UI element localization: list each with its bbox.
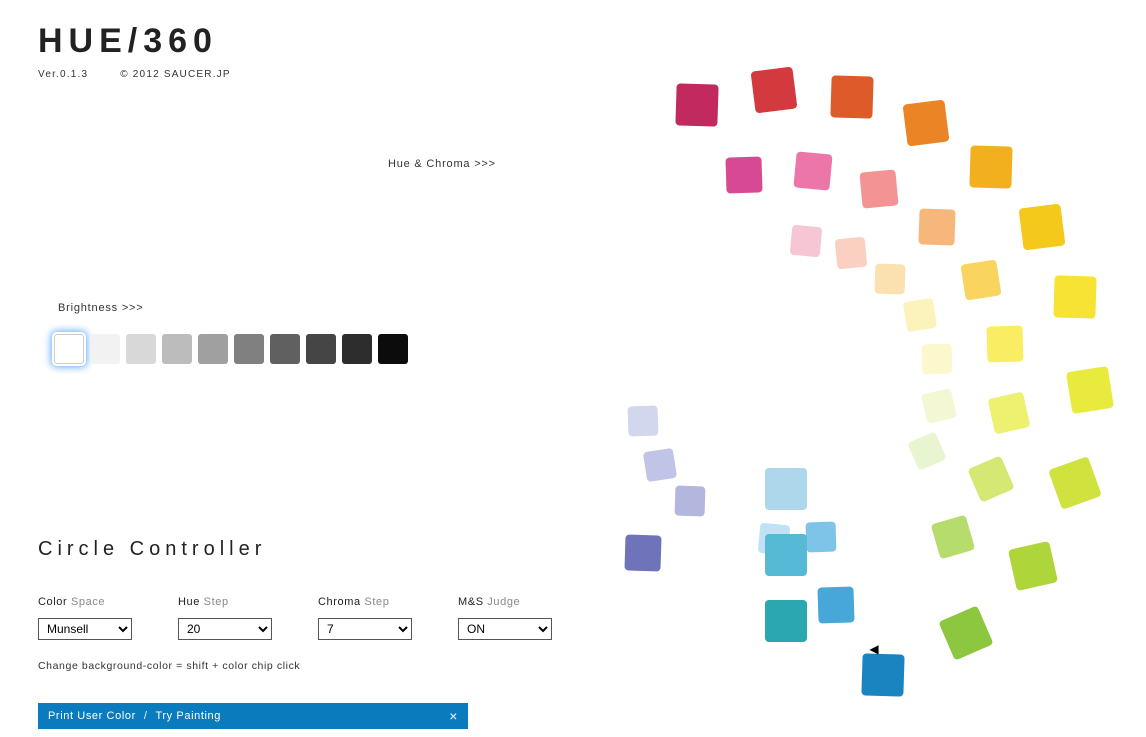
color-chip[interactable] [1066,366,1114,414]
color-chip[interactable] [967,456,1014,503]
brightness-chip[interactable] [198,334,228,364]
color-space-select[interactable]: Munsell [38,618,132,640]
chroma-step-control: Chroma Step 7 [318,596,412,640]
color-chip[interactable] [875,263,906,294]
brightness-chip[interactable] [54,334,84,364]
controls-row: Color Space Munsell Hue Step 20 Chroma S… [38,596,552,640]
control-label: Hue [178,596,200,608]
color-chip[interactable] [751,67,798,114]
picked-color-chip[interactable] [765,600,807,642]
control-label-sub: Space [71,596,105,608]
color-chip[interactable] [1008,541,1058,591]
color-chip[interactable] [676,83,719,126]
copyright-text: © 2012 SAUCER.JP [120,69,231,80]
control-label: Color [38,596,67,608]
section-title: Circle Controller [38,538,266,561]
color-chip[interactable] [921,343,952,374]
app-logo: HUE/360 [38,22,231,61]
ms-judge-control: M&S Judge ON [458,596,552,640]
color-chip[interactable] [1018,203,1065,250]
color-chip[interactable] [903,99,950,146]
picked-color-chip[interactable] [765,534,807,576]
color-chip[interactable] [817,587,854,624]
color-chip[interactable] [726,156,763,193]
hue-chroma-label: Hue & Chroma >>> [388,158,496,170]
control-label-sub: Step [364,596,389,608]
color-chip[interactable] [643,448,677,482]
color-chip[interactable] [624,535,661,572]
color-chip[interactable] [969,145,1012,188]
hue-step-select[interactable]: 20 [178,618,272,640]
color-chip[interactable] [860,169,899,208]
color-chip[interactable] [789,224,822,257]
color-chip[interactable] [1054,276,1097,319]
ms-judge-select[interactable]: ON [458,618,552,640]
control-label-sub: Judge [487,596,520,608]
color-chip[interactable] [921,388,957,424]
color-chip[interactable] [939,605,994,660]
control-label: M&S [458,596,484,608]
color-chip[interactable] [861,654,904,697]
footer-bar: Print User Color / Try Painting × [38,703,468,729]
color-chip[interactable] [1048,456,1102,510]
brightness-chip[interactable] [126,334,156,364]
color-chip[interactable] [806,521,837,552]
color-chip[interactable] [960,259,1001,300]
brightness-chip[interactable] [162,334,192,364]
color-chip[interactable] [793,152,832,191]
color-chip[interactable] [987,391,1030,434]
brightness-chip[interactable] [234,334,264,364]
try-painting-link[interactable]: Try Painting [156,710,221,722]
version-line: Ver.0.1.3 © 2012 SAUCER.JP [38,69,231,80]
color-chip[interactable] [674,486,705,517]
brightness-row [54,334,408,364]
print-user-color-link[interactable]: Print User Color [48,710,136,722]
picked-color-chip[interactable] [765,468,807,510]
brightness-chip[interactable] [90,334,120,364]
color-chip[interactable] [903,298,937,332]
separator: / [144,710,148,722]
brightness-chip[interactable] [342,334,372,364]
color-chip[interactable] [831,75,874,118]
color-chip[interactable] [987,326,1024,363]
brightness-chip[interactable] [378,334,408,364]
color-chip[interactable] [628,406,659,437]
brightness-chip[interactable] [270,334,300,364]
color-chip[interactable] [919,208,956,245]
color-space-control: Color Space Munsell [38,596,132,640]
brightness-chip[interactable] [306,334,336,364]
version-text: Ver.0.1.3 [38,69,88,80]
control-label-sub: Step [204,596,229,608]
color-chip[interactable] [931,515,976,560]
hue-step-control: Hue Step 20 [178,596,272,640]
color-chip[interactable] [835,237,868,270]
control-label: Chroma [318,596,361,608]
close-icon[interactable]: × [449,708,458,724]
picked-colors-column [765,468,807,642]
color-chip[interactable] [907,431,946,470]
hint-text: Change background-color = shift + color … [38,660,300,672]
chroma-step-select[interactable]: 7 [318,618,412,640]
brightness-label: Brightness >>> [58,302,144,314]
